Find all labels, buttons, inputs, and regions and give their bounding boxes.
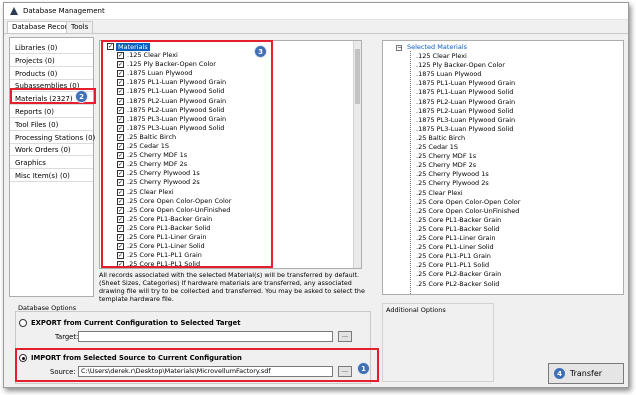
- selected-material-label[interactable]: .1875 Luan Plywood: [416, 70, 481, 79]
- selected-material-item[interactable]: .25 Core PL1-Backer Solid: [383, 225, 613, 234]
- callout-badge-1: 1: [357, 362, 370, 375]
- selected-material-item[interactable]: .25 Cherry MDF 1s: [383, 152, 613, 161]
- selected-material-item[interactable]: .25 Core PL1-Liner Grain: [383, 234, 613, 243]
- target-input[interactable]: [78, 331, 333, 342]
- selected-material-label[interactable]: .1875 PL1-Luan Plywood Solid: [416, 88, 513, 97]
- selected-material-label[interactable]: .25 Cherry MDF 2s: [416, 161, 476, 170]
- callout-badge-3: 3: [254, 45, 267, 58]
- selected-material-label[interactable]: .25 Core PL1-PL1 Solid: [416, 261, 489, 270]
- record-type-list[interactable]: Libraries (0) Projects (0) Products (0) Sub…: [9, 37, 95, 297]
- callout-badge-4: 4: [553, 367, 566, 380]
- selected-materials-tree[interactable]: − Selected Materials .125 Clear Plexi .12…: [382, 40, 624, 295]
- selected-material-item[interactable]: .25 Cedar 1S: [383, 143, 613, 152]
- window-title: Database Management: [23, 7, 105, 15]
- selected-material-item[interactable]: .25 Cherry MDF 2s: [383, 161, 613, 170]
- selected-material-item[interactable]: .1875 PL1-Luan Plywood Grain: [383, 79, 613, 88]
- selected-material-item[interactable]: .1875 PL3-Luan Plywood Solid: [383, 125, 613, 134]
- target-label: Target:: [55, 333, 79, 341]
- selected-material-label[interactable]: .1875 PL3-Luan Plywood Grain: [416, 116, 515, 125]
- selected-material-item[interactable]: .1875 PL3-Luan Plywood Grain: [383, 116, 613, 125]
- tab-strip: Database Records Tools: [4, 20, 628, 33]
- selected-material-item[interactable]: .25 Clear Plexi: [383, 189, 613, 198]
- sidebar-item-libraries[interactable]: Libraries (0): [10, 42, 93, 54]
- selected-material-item[interactable]: .1875 PL2-Luan Plywood Solid: [383, 107, 613, 116]
- selected-material-label[interactable]: .25 Core PL1-Backer Grain: [416, 216, 501, 225]
- selected-material-label[interactable]: .25 Core PL2-Backer Grain: [416, 270, 501, 279]
- selected-material-label[interactable]: .25 Cedar 1S: [416, 143, 458, 152]
- app-logo-icon: [10, 7, 18, 15]
- selected-material-label[interactable]: .25 Clear Plexi: [416, 189, 463, 198]
- selected-material-item[interactable]: .25 Cherry Plywood 2s: [383, 179, 613, 188]
- additional-options-label: Additional Options: [386, 306, 446, 314]
- selected-material-label[interactable]: .25 Core PL1-PL1 Grain: [416, 252, 491, 261]
- tab-tools[interactable]: Tools: [66, 21, 94, 33]
- sidebar-item-graphics[interactable]: Graphics: [10, 157, 93, 170]
- selected-material-item[interactable]: .125 Ply Backer-Open Color: [383, 61, 613, 70]
- tree-highlight-box: [101, 40, 273, 268]
- export-radio[interactable]: [19, 319, 27, 327]
- selected-material-label[interactable]: .1875 PL2-Luan Plywood Grain: [416, 98, 515, 107]
- selected-material-label[interactable]: .1875 PL1-Luan Plywood Grain: [416, 79, 515, 88]
- selected-material-label[interactable]: .25 Core PL2-Backer Solid: [416, 280, 499, 289]
- additional-options-group: Additional Options: [382, 303, 494, 382]
- selected-material-item[interactable]: .25 Core PL2-Backer Solid: [383, 280, 613, 289]
- sidebar-item-tool-files[interactable]: Tool Files (0): [10, 119, 93, 131]
- sidebar-item-work-orders[interactable]: Work Orders (0): [10, 144, 93, 157]
- callout-badge-2: 2: [75, 90, 88, 103]
- selected-materials-root[interactable]: Selected Materials: [407, 43, 467, 51]
- transfer-info-text: All records associated with the selected…: [99, 271, 365, 303]
- target-browse-button[interactable]: ...: [338, 331, 352, 342]
- selected-material-item[interactable]: .25 Core PL1-PL1 Grain: [383, 252, 613, 261]
- export-option-label[interactable]: EXPORT from Current Configuration to Sel…: [31, 319, 241, 327]
- selected-material-item[interactable]: .25 Core PL1-PL1 Solid: [383, 261, 613, 270]
- collapse-icon[interactable]: −: [396, 45, 402, 51]
- selected-material-item[interactable]: .1875 PL1-Luan Plywood Solid: [383, 88, 613, 97]
- database-management-window: Database Management Database Records Too…: [3, 2, 629, 388]
- selected-material-item[interactable]: .25 Cherry Plywood 1s: [383, 170, 613, 179]
- sidebar-item-reports[interactable]: Reports (0): [10, 106, 93, 118]
- selected-material-label[interactable]: .25 Cherry MDF 1s: [416, 152, 476, 161]
- sidebar-item-products[interactable]: Products (0): [10, 68, 93, 80]
- selected-material-label[interactable]: .1875 PL3-Luan Plywood Solid: [416, 125, 513, 134]
- selected-material-label[interactable]: .125 Clear Plexi: [416, 52, 467, 61]
- tree-scrollbar[interactable]: [353, 41, 361, 268]
- selected-material-label[interactable]: .25 Core Open Color-UnFinished: [416, 207, 519, 216]
- tab-divider: [4, 33, 628, 34]
- sidebar-item-processing-stations[interactable]: Processing Stations (0): [10, 132, 95, 144]
- title-bar: Database Management: [4, 3, 628, 20]
- sidebar-item-misc-item-s-[interactable]: Misc Item(s) (0): [10, 170, 93, 182]
- selected-material-label[interactable]: .25 Cherry Plywood 1s: [416, 170, 489, 179]
- selected-material-item[interactable]: .25 Core Open Color-UnFinished: [383, 207, 613, 216]
- tree-scroll-thumb[interactable]: [355, 49, 360, 104]
- selected-material-label[interactable]: .25 Core PL1-Liner Solid: [416, 243, 494, 252]
- selected-material-item[interactable]: .25 Core PL2-Backer Grain: [383, 270, 613, 279]
- selected-material-label[interactable]: .25 Core PL1-Liner Grain: [416, 234, 495, 243]
- sidebar-item-projects[interactable]: Projects (0): [10, 55, 93, 67]
- selected-material-label[interactable]: .125 Ply Backer-Open Color: [416, 61, 505, 70]
- selected-material-label[interactable]: .25 Core PL1-Backer Solid: [416, 225, 499, 234]
- selected-material-label[interactable]: .1875 PL2-Luan Plywood Solid: [416, 107, 513, 116]
- selected-material-item[interactable]: .1875 PL2-Luan Plywood Grain: [383, 98, 613, 107]
- selected-material-item[interactable]: .25 Core Open Color-Open Color: [383, 198, 613, 207]
- selected-material-item[interactable]: .25 Core PL1-Backer Grain: [383, 216, 613, 225]
- selected-material-label[interactable]: .25 Core Open Color-Open Color: [416, 198, 520, 207]
- selected-material-item[interactable]: .1875 Luan Plywood: [383, 70, 613, 79]
- selected-material-label[interactable]: .25 Cherry Plywood 2s: [416, 179, 489, 188]
- selected-material-item[interactable]: .125 Clear Plexi: [383, 52, 613, 61]
- import-highlight-box: [15, 348, 379, 382]
- selected-material-item[interactable]: .25 Baltic Birch: [383, 134, 613, 143]
- selected-material-label[interactable]: .25 Baltic Birch: [416, 134, 465, 143]
- selected-material-item[interactable]: .25 Core PL1-Liner Solid: [383, 243, 613, 252]
